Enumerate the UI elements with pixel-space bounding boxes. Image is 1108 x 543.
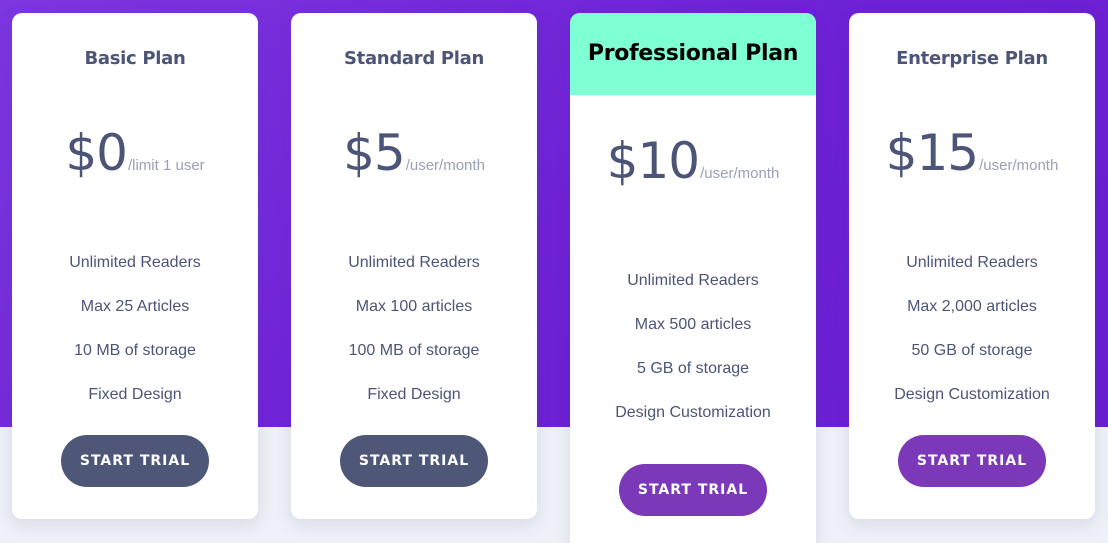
price-unit: /user/month — [700, 165, 780, 182]
feature-list: Unlimited Readers Max 500 articles 5 GB … — [570, 259, 816, 435]
price-unit: /limit 1 user — [127, 157, 205, 174]
feature-item: Max 100 articles — [355, 298, 473, 315]
plan-title: Basic Plan — [84, 48, 186, 69]
price-amount: $0 — [65, 124, 128, 182]
price: $10 /user/month — [570, 131, 816, 191]
start-trial-button-professional[interactable]: START TRIAL — [619, 464, 767, 516]
price-amount: $15 — [885, 124, 979, 182]
pricing-card-basic: Basic Plan $0 /limit 1 user Unlimited Re… — [12, 13, 258, 519]
feature-item: Unlimited Readers — [348, 254, 480, 271]
feature-item: 10 MB of storage — [74, 342, 196, 359]
price-amount: $10 — [606, 132, 700, 190]
feature-item: Design Customization — [615, 404, 771, 421]
feature-list: Unlimited Readers Max 100 articles 100 M… — [291, 241, 537, 417]
plan-title: Professional Plan — [587, 41, 799, 66]
feature-list: Unlimited Readers Max 25 Articles 10 MB … — [12, 241, 258, 417]
feature-list: Unlimited Readers Max 2,000 articles 50 … — [849, 241, 1095, 417]
price: $5 /user/month — [291, 123, 537, 183]
feature-item: Fixed Design — [367, 386, 461, 403]
feature-item: Unlimited Readers — [627, 272, 759, 289]
start-trial-button-enterprise[interactable]: START TRIAL — [898, 435, 1046, 487]
pricing-card-professional: Professional Plan $10 /user/month Unlimi… — [570, 13, 816, 543]
feature-item: Unlimited Readers — [906, 254, 1038, 271]
featured-header: Professional Plan — [570, 13, 816, 95]
feature-item: 50 GB of storage — [911, 342, 1033, 359]
plan-title: Enterprise Plan — [896, 48, 1048, 69]
feature-item: 5 GB of storage — [636, 360, 750, 377]
plan-title: Standard Plan — [343, 48, 484, 69]
pricing-card-enterprise: Enterprise Plan $15 /user/month Unlimite… — [849, 13, 1095, 519]
feature-item: Design Customization — [894, 386, 1050, 403]
feature-item: Max 2,000 articles — [907, 298, 1037, 315]
feature-item: Fixed Design — [88, 386, 182, 403]
price: $15 /user/month — [849, 123, 1095, 183]
feature-item: Unlimited Readers — [69, 254, 201, 271]
price: $0 /limit 1 user — [12, 123, 258, 183]
feature-item: Max 25 Articles — [80, 298, 190, 315]
start-trial-button-standard[interactable]: START TRIAL — [340, 435, 488, 487]
price-amount: $5 — [343, 124, 406, 182]
start-trial-button-basic[interactable]: START TRIAL — [61, 435, 209, 487]
feature-item: 100 MB of storage — [348, 342, 480, 359]
pricing-card-standard: Standard Plan $5 /user/month Unlimited R… — [291, 13, 537, 519]
price-unit: /user/month — [979, 157, 1059, 174]
price-unit: /user/month — [405, 157, 485, 174]
feature-item: Max 500 articles — [634, 316, 752, 333]
